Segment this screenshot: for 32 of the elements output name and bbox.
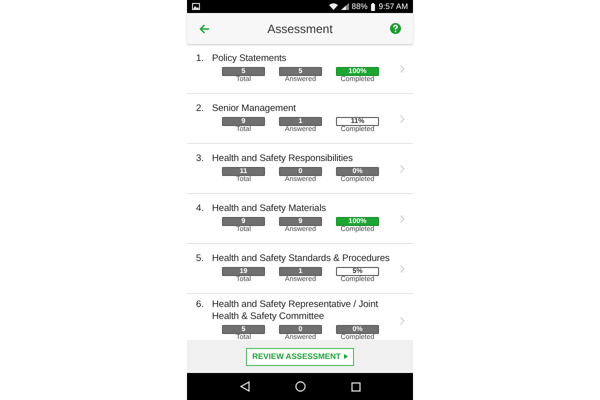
- item-number: 3.: [196, 153, 205, 165]
- chevron-right-icon[interactable]: [400, 316, 405, 324]
- wifi-icon: [328, 3, 338, 10]
- chevron-right-icon[interactable]: [400, 114, 405, 122]
- signal-icon: [340, 3, 349, 10]
- battery-icon: [370, 2, 375, 10]
- section-title: Policy Statements: [212, 53, 286, 65]
- screen-title: Assessment: [266, 20, 334, 38]
- section-title: Health and Safety Representative / Joint Health & Safety Committee: [212, 299, 380, 323]
- back-arrow-icon[interactable]: [199, 24, 210, 34]
- overview-icon[interactable]: [350, 382, 360, 392]
- play-icon: [344, 354, 348, 359]
- section-title: Senior Management: [212, 103, 296, 115]
- clock: 9:57 AM: [378, 0, 408, 12]
- item-number: 1.: [196, 53, 205, 65]
- battery-percentage: 88%: [352, 0, 368, 12]
- home-icon[interactable]: [294, 381, 306, 392]
- chevron-right-icon[interactable]: [400, 214, 405, 222]
- image-icon: [192, 3, 200, 10]
- chevron-right-icon[interactable]: [400, 64, 405, 72]
- back-icon[interactable]: [240, 381, 250, 392]
- section-title: Health and Safety Responsibilities: [212, 153, 353, 165]
- chevron-right-icon[interactable]: [400, 264, 405, 272]
- section-title: Health and Safety Materials: [212, 203, 326, 215]
- item-number: 6.: [196, 299, 205, 312]
- help-icon[interactable]: [390, 23, 401, 34]
- review-assessment-button[interactable]: REVIEW ASSESSMENT: [246, 348, 354, 366]
- item-number: 5.: [196, 253, 205, 265]
- section-title: Health and Safety Standards & Procedures: [212, 253, 390, 265]
- item-number: 2.: [196, 103, 205, 115]
- item-number: 4.: [196, 203, 205, 215]
- chevron-right-icon[interactable]: [400, 164, 405, 172]
